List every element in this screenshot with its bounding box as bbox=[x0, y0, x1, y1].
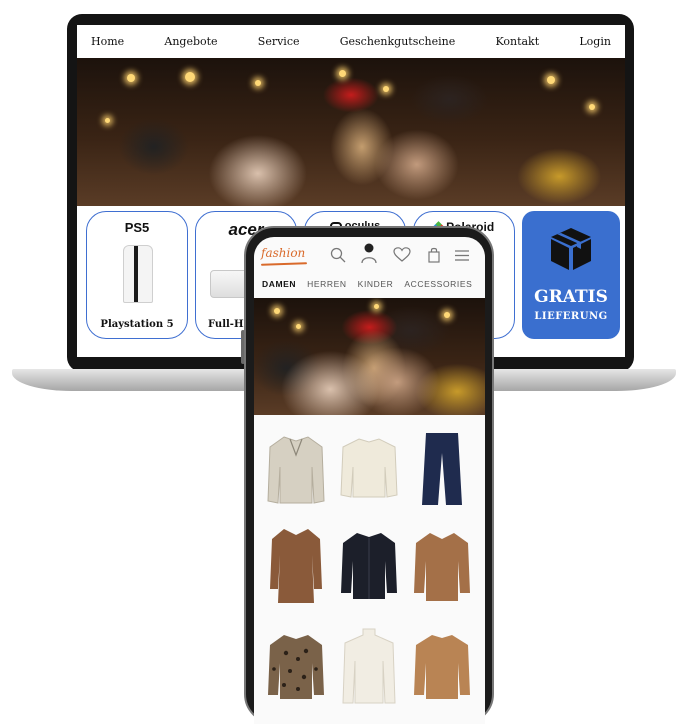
product-item[interactable] bbox=[337, 627, 401, 707]
phone-header: fashion bbox=[254, 237, 485, 273]
product-item[interactable] bbox=[410, 629, 474, 709]
tab-kinder[interactable]: KINDER bbox=[358, 279, 394, 295]
product-item[interactable] bbox=[264, 629, 328, 709]
ps5-console-image bbox=[123, 245, 153, 303]
nav-service[interactable]: Service bbox=[258, 35, 300, 48]
product-item[interactable] bbox=[337, 529, 401, 609]
tile-ps5[interactable]: PS5 Playstation 5 bbox=[86, 211, 188, 339]
phone-hero-image bbox=[254, 298, 485, 415]
free-delivery-badge[interactable]: GRATIS LIEFERUNG bbox=[522, 211, 620, 339]
product-item[interactable] bbox=[410, 429, 474, 509]
tab-damen[interactable]: DAMEN bbox=[262, 279, 296, 295]
laptop-nav: Home Angebote Service Geschenkgutscheine… bbox=[77, 25, 625, 58]
search-icon[interactable] bbox=[329, 246, 347, 264]
category-tabs: DAMEN HERREN KINDER ACCESSORIES bbox=[254, 279, 485, 295]
nav-geschenkgutscheine[interactable]: Geschenkgutscheine bbox=[340, 35, 456, 48]
tile-label: Playstation 5 bbox=[100, 319, 174, 330]
fashion-logo[interactable]: fashion bbox=[261, 246, 305, 260]
bag-icon[interactable] bbox=[425, 246, 443, 264]
nav-kontakt[interactable]: Kontakt bbox=[495, 35, 539, 48]
heart-icon[interactable] bbox=[393, 246, 411, 264]
phone-screen: fashion DAMEN HERREN KINDER ACCESSORIES bbox=[254, 237, 485, 724]
product-grid bbox=[254, 415, 485, 724]
nav-home[interactable]: Home bbox=[91, 35, 124, 48]
box-icon bbox=[551, 228, 591, 270]
product-item[interactable] bbox=[264, 431, 328, 511]
logo-underline bbox=[260, 262, 308, 266]
tab-herren[interactable]: HERREN bbox=[307, 279, 347, 295]
ps5-logo: PS5 bbox=[124, 220, 150, 235]
nav-login[interactable]: Login bbox=[579, 35, 611, 48]
user-icon[interactable] bbox=[360, 242, 378, 264]
nav-angebote[interactable]: Angebote bbox=[164, 35, 217, 48]
tab-accessories[interactable]: ACCESSORIES bbox=[404, 279, 472, 295]
product-item[interactable] bbox=[264, 525, 328, 605]
product-item[interactable] bbox=[337, 431, 401, 511]
promo-line-2: LIEFERUNG bbox=[534, 311, 608, 322]
menu-icon[interactable] bbox=[453, 246, 471, 264]
laptop-hero-image bbox=[77, 58, 625, 206]
promo-line-1: GRATIS bbox=[534, 287, 608, 307]
product-item[interactable] bbox=[410, 529, 474, 609]
